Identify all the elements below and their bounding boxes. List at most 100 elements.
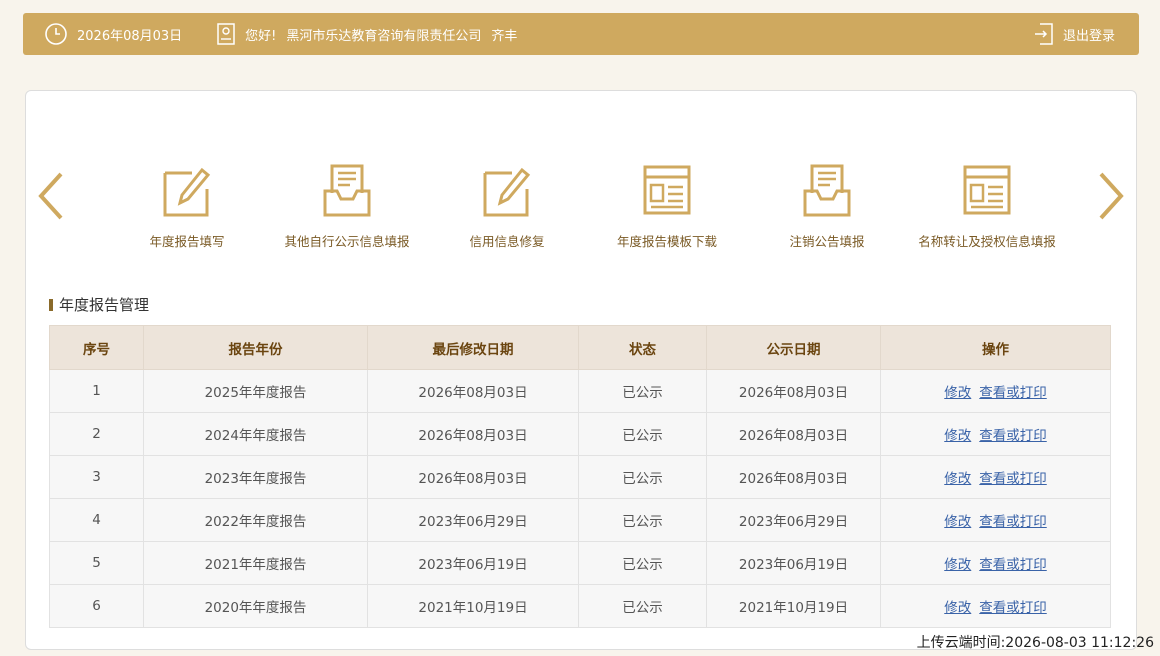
cell-year: 2022年年度报告 — [143, 498, 368, 542]
view-print-link[interactable]: 查看或打印 — [979, 557, 1047, 573]
col-header-status: 状态 — [578, 325, 707, 370]
view-print-link[interactable]: 查看或打印 — [979, 428, 1047, 444]
company-name: 黑河市乐达教育咨询有限责任公司 — [286, 28, 482, 44]
edit-link[interactable]: 修改 — [944, 600, 971, 616]
quick-nav: 年度报告填写 其他自行公示信息填报 信用信息修复 年度报告模板下载 注销公告填报… — [107, 163, 1067, 250]
cell-year: 2020年年度报告 — [143, 584, 368, 628]
edit-icon — [483, 167, 531, 217]
cell-status: 已公示 — [578, 498, 707, 542]
top-bar: 2026年08月03日 您好! 黑河市乐达教育咨询有限责任公司 齐丰 退出登录 — [23, 13, 1139, 55]
cell-modified: 2023年06月19日 — [367, 541, 579, 585]
upload-timestamp: 上传云端时间:2026-08-03 11:12:26 — [916, 635, 1154, 651]
inbox-icon — [803, 164, 851, 217]
main-panel: 年度报告填写 其他自行公示信息填报 信用信息修复 年度报告模板下载 注销公告填报… — [25, 90, 1137, 650]
view-print-link[interactable]: 查看或打印 — [979, 471, 1047, 487]
cell-status: 已公示 — [578, 455, 707, 499]
edit-link[interactable]: 修改 — [944, 557, 971, 573]
cell-published: 2021年10月19日 — [706, 584, 881, 628]
cell-modified: 2026年08月03日 — [367, 412, 579, 456]
nav-label: 年度报告模板下载 — [616, 234, 717, 249]
cell-status: 已公示 — [578, 412, 707, 456]
nav-credit-repair[interactable]: 信用信息修复 — [427, 163, 587, 250]
cell-modified: 2026年08月03日 — [367, 369, 579, 413]
cell-actions: 修改 查看或打印 — [880, 498, 1111, 542]
nav-label: 名称转让及授权信息填报 — [918, 234, 1056, 249]
cell-no: 2 — [49, 412, 144, 456]
cell-no: 1 — [49, 369, 144, 413]
col-header-actions: 操作 — [880, 325, 1111, 370]
table-header-row: 序号 报告年份 最后修改日期 状态 公示日期 操作 — [49, 325, 1111, 370]
cell-published: 2023年06月19日 — [706, 541, 881, 585]
logout-button[interactable]: 退出登录 — [1034, 23, 1115, 45]
user-name: 齐丰 — [491, 28, 518, 44]
col-header-year: 报告年份 — [143, 325, 368, 370]
user-card-icon — [217, 23, 235, 45]
clock-icon — [45, 23, 67, 45]
date-display: 2026年08月03日 — [44, 22, 182, 46]
cell-actions: 修改 查看或打印 — [880, 584, 1111, 628]
cell-modified: 2023年06月29日 — [367, 498, 579, 542]
cell-published: 2026年08月03日 — [706, 455, 881, 499]
template-icon — [963, 165, 1011, 215]
cell-year: 2023年年度报告 — [143, 455, 368, 499]
cell-actions: 修改 查看或打印 — [880, 541, 1111, 585]
table-row: 4 2022年年度报告 2023年06月29日 已公示 2023年06月29日 … — [49, 498, 1111, 542]
chevron-left-icon — [38, 172, 63, 220]
nav-label: 其他自行公示信息填报 — [284, 234, 410, 249]
cell-status: 已公示 — [578, 541, 707, 585]
cell-no: 4 — [49, 498, 144, 542]
edit-icon — [163, 167, 211, 217]
carousel-next-button[interactable] — [1096, 171, 1126, 225]
cell-no: 6 — [49, 584, 144, 628]
logout-label: 退出登录 — [1062, 28, 1115, 44]
cell-published: 2026年08月03日 — [706, 369, 881, 413]
cell-status: 已公示 — [578, 369, 707, 413]
nav-other-disclosure[interactable]: 其他自行公示信息填报 — [267, 163, 427, 250]
nav-template-download[interactable]: 年度报告模板下载 — [587, 163, 747, 250]
edit-link[interactable]: 修改 — [944, 514, 971, 530]
view-print-link[interactable]: 查看或打印 — [979, 600, 1047, 616]
annual-report-table: 序号 报告年份 最后修改日期 状态 公示日期 操作 1 2025年年度报告 20… — [49, 325, 1111, 628]
col-header-no: 序号 — [49, 325, 144, 370]
title-marker — [49, 298, 53, 311]
nav-cancellation-notice[interactable]: 注销公告填报 — [747, 163, 907, 250]
nav-label: 信用信息修复 — [469, 234, 545, 249]
table-row: 3 2023年年度报告 2026年08月03日 已公示 2026年08月03日 … — [49, 455, 1111, 499]
cell-published: 2026年08月03日 — [706, 412, 881, 456]
current-date: 2026年08月03日 — [77, 28, 183, 44]
logout-icon — [1034, 23, 1053, 45]
cell-year: 2021年年度报告 — [143, 541, 368, 585]
cell-actions: 修改 查看或打印 — [880, 369, 1111, 413]
greeting-text: 您好! — [245, 28, 277, 44]
nav-name-transfer[interactable]: 名称转让及授权信息填报 — [907, 163, 1067, 250]
cell-modified: 2021年10月19日 — [367, 584, 579, 628]
carousel-prev-button[interactable] — [36, 171, 66, 225]
template-icon — [643, 165, 691, 215]
cell-year: 2024年年度报告 — [143, 412, 368, 456]
cell-year: 2025年年度报告 — [143, 369, 368, 413]
table-row: 1 2025年年度报告 2026年08月03日 已公示 2026年08月03日 … — [49, 369, 1111, 413]
edit-link[interactable]: 修改 — [944, 428, 971, 444]
edit-link[interactable]: 修改 — [944, 471, 971, 487]
nav-label: 年度报告填写 — [149, 234, 225, 249]
nav-annual-report-fill[interactable]: 年度报告填写 — [107, 163, 267, 250]
edit-link[interactable]: 修改 — [944, 385, 971, 401]
cell-status: 已公示 — [578, 584, 707, 628]
table-row: 6 2020年年度报告 2021年10月19日 已公示 2021年10月19日 … — [49, 584, 1111, 628]
col-header-modified: 最后修改日期 — [367, 325, 579, 370]
inbox-icon — [323, 164, 371, 217]
col-header-published: 公示日期 — [706, 325, 881, 370]
view-print-link[interactable]: 查看或打印 — [979, 385, 1047, 401]
table-row: 2 2024年年度报告 2026年08月03日 已公示 2026年08月03日 … — [49, 412, 1111, 456]
nav-label: 注销公告填报 — [789, 234, 865, 249]
section-title: 年度报告管理 — [49, 294, 149, 315]
cell-no: 3 — [49, 455, 144, 499]
section-title-text: 年度报告管理 — [59, 296, 150, 314]
user-greeting: 您好! 黑河市乐达教育咨询有限责任公司 齐丰 — [216, 23, 527, 45]
cell-no: 5 — [49, 541, 144, 585]
cell-actions: 修改 查看或打印 — [880, 412, 1111, 456]
cell-published: 2023年06月29日 — [706, 498, 881, 542]
table-row: 5 2021年年度报告 2023年06月19日 已公示 2023年06月19日 … — [49, 541, 1111, 585]
view-print-link[interactable]: 查看或打印 — [979, 514, 1047, 530]
cell-actions: 修改 查看或打印 — [880, 455, 1111, 499]
